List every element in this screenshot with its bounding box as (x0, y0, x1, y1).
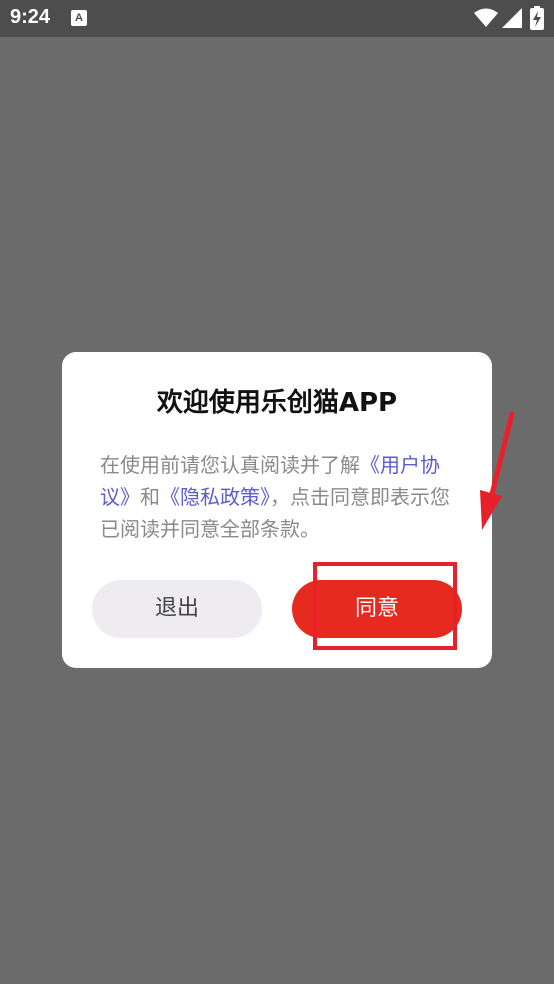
signal-icon (502, 8, 522, 28)
agree-button[interactable]: 同意 (292, 580, 462, 638)
privacy-consent-dialog: 欢迎使用乐创猫APP 在使用前请您认真阅读并了解《用户协议》和《隐私政策》，点击… (62, 352, 492, 668)
conjunction-text: 和 (140, 485, 160, 509)
battery-charging-icon (530, 6, 544, 30)
privacy-policy-link[interactable]: 《隐私政策》 (160, 485, 270, 509)
status-bar: 9:24 A (0, 0, 554, 37)
dialog-body: 在使用前请您认真阅读并了解《用户协议》和《隐私政策》，点击同意即表示您已阅读并同… (100, 449, 454, 545)
dialog-title: 欢迎使用乐创猫APP (156, 388, 398, 418)
exit-button[interactable]: 退出 (92, 580, 262, 638)
arrow-icon (480, 411, 515, 530)
body-prefix-text: 在使用前请您认真阅读并了解 (100, 453, 360, 477)
notification-a-icon: A (71, 10, 87, 26)
wifi-icon (474, 8, 498, 27)
status-time: 9:24 (10, 6, 51, 28)
notification-icon-letter: A (75, 12, 83, 24)
